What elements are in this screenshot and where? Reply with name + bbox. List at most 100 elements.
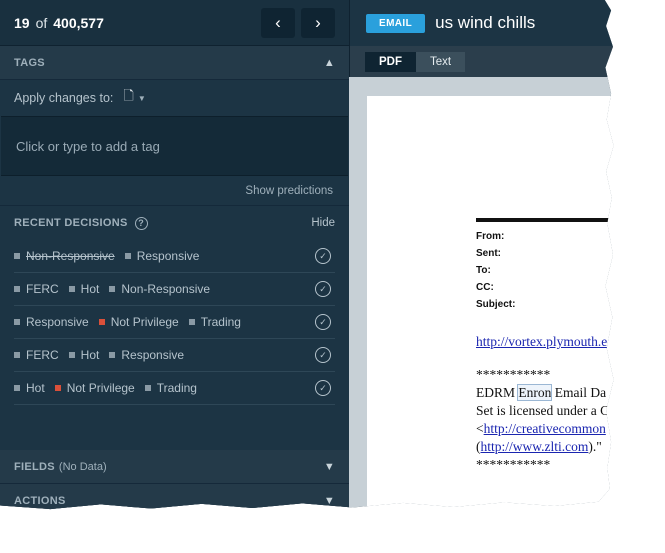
- line3-prefix: <: [476, 421, 484, 436]
- current-index: 19: [14, 14, 30, 31]
- creative-commons-link[interactable]: http://creativecommon: [484, 421, 606, 436]
- line1-end: Email Da: [551, 385, 607, 400]
- document-link[interactable]: http://vortex.plymouth.e: [476, 334, 607, 350]
- line1-start: EDRM: [476, 385, 519, 400]
- email-header-field-label: CC:: [476, 282, 494, 293]
- tags-section-header[interactable]: TAGS ▲: [0, 46, 349, 80]
- decision-tag: FERC: [14, 282, 59, 296]
- stars-line: ***********: [476, 367, 551, 382]
- tag-color-swatch: [124, 253, 131, 259]
- decision-tag: Responsive: [14, 315, 89, 329]
- tag-color-swatch: [98, 319, 105, 325]
- tab-text[interactable]: Text: [416, 51, 466, 72]
- apply-changes-label: Apply changes to:: [14, 91, 114, 105]
- decision-tag: Hot: [14, 381, 45, 395]
- viewer-header: EMAIL us wind chills: [349, 0, 614, 46]
- decision-tag: Trading: [188, 315, 241, 329]
- email-badge: EMAIL: [366, 13, 426, 33]
- email-header-field-label: To:: [476, 265, 491, 276]
- caret-down-icon[interactable]: ▼: [138, 94, 146, 103]
- tag-color-swatch: [109, 286, 116, 292]
- actions-section-header[interactable]: ACTIONS ▼: [0, 484, 349, 510]
- fields-title: FIELDS: [14, 460, 55, 473]
- document-counter: 19 of 400,577: [14, 15, 104, 31]
- zlti-link[interactable]: http://www.zlti.com: [481, 439, 589, 454]
- apply-decision-check-icon[interactable]: ✓: [315, 347, 331, 363]
- stars-line-2: ***********: [476, 457, 551, 472]
- tag-color-swatch: [14, 253, 20, 259]
- decision-tag-label: Not Privilege: [66, 381, 135, 395]
- chevron-left-icon: ‹: [275, 12, 281, 32]
- tag-input[interactable]: Click or type to add a tag: [1, 116, 348, 176]
- decision-tag: Not Privilege: [54, 381, 135, 395]
- fields-note: (No Data): [58, 460, 107, 473]
- document-navigator: 19 of 400,577 ‹ ›: [0, 0, 349, 46]
- decision-tag: FERC: [14, 348, 59, 362]
- decision-tag: Responsive: [109, 348, 184, 362]
- previous-document-button[interactable]: ‹: [261, 7, 295, 38]
- tag-color-swatch: [68, 352, 75, 358]
- help-icon[interactable]: ?: [134, 216, 148, 230]
- viewer-tabs: PDF Text: [349, 46, 614, 77]
- tag-color-swatch: [68, 286, 75, 292]
- tag-color-swatch: [109, 352, 116, 358]
- apply-decision-check-icon[interactable]: ✓: [315, 314, 331, 330]
- header-rule: [476, 218, 614, 222]
- tag-color-swatch: [14, 352, 20, 358]
- decision-tag-label: Hot: [80, 282, 100, 296]
- decision-row: Non-Responsive Responsive ✓: [14, 240, 335, 273]
- decision-row: Hot Not Privilege Trading ✓: [14, 372, 335, 405]
- fields-section-header[interactable]: FIELDS (No Data) ▼: [0, 450, 349, 484]
- document-body: *********** EDRM Enron Email Da Set is l…: [476, 366, 609, 474]
- decision-row: FERC Hot Responsive ✓: [14, 339, 335, 372]
- hide-link[interactable]: Hide: [311, 217, 335, 229]
- tag-color-swatch: [14, 286, 20, 292]
- tag-color-swatch: [14, 385, 20, 391]
- screenshot-frame: 19 of 400,577 ‹ › TAGS ▲ Apply changes to:…: [0, 0, 614, 510]
- chevron-down-icon[interactable]: ▼: [324, 495, 335, 507]
- chevron-down-icon[interactable]: ▼: [324, 461, 335, 473]
- decision-row: FERC Hot Non-Responsive ✓: [14, 273, 335, 306]
- search-highlight: Enron: [517, 384, 553, 401]
- total-count: 400,577: [53, 14, 104, 31]
- email-header-fields: From: Sent: To: CC: Subject:: [476, 228, 515, 313]
- decision-row: Responsive Not Privilege Trading ✓: [14, 306, 335, 339]
- pdf-page: From: Sent: To: CC: Subject: http://vortex.p…: [367, 96, 614, 510]
- decision-tag: Hot: [68, 282, 100, 296]
- tab-pdf[interactable]: PDF: [365, 51, 416, 72]
- apply-decision-check-icon[interactable]: ✓: [315, 380, 331, 396]
- decision-tag-label: Responsive: [121, 348, 185, 362]
- body-line-2: Set is licensed under a C: [476, 403, 610, 418]
- decision-tag-label: Responsive: [26, 315, 89, 329]
- body-line-3: <http://creativecommon: [476, 420, 609, 438]
- recent-decisions-list: Non-Responsive Responsive ✓ FERC Hot Non-Resp…: [0, 240, 349, 405]
- recent-decisions-title: RECENT DECISIONS: [14, 217, 128, 229]
- tag-input-placeholder: Click or type to add a tag: [16, 138, 160, 154]
- apply-changes-row: Apply changes to: 🗋 ▼: [0, 80, 349, 116]
- email-header-field-label: Sent:: [476, 248, 501, 259]
- apply-decision-check-icon[interactable]: ✓: [315, 281, 331, 297]
- decision-tag-label: FERC: [26, 282, 59, 296]
- line4-suffix: ).": [588, 439, 602, 454]
- document-viewer: EMAIL us wind chills PDF Text From: Sent:…: [349, 0, 614, 510]
- show-predictions-link[interactable]: Show predictions: [245, 185, 333, 197]
- tag-color-swatch: [144, 385, 151, 391]
- body-line-1: EDRM Enron Email Da: [476, 384, 609, 402]
- decision-tag-label: Hot: [26, 381, 45, 395]
- decision-tag-label: Not Privilege: [110, 315, 179, 329]
- review-sidebar: 19 of 400,577 ‹ › TAGS ▲ Apply changes to:…: [0, 0, 349, 510]
- document-icon[interactable]: 🗋: [123, 87, 133, 109]
- apply-decision-check-icon[interactable]: ✓: [315, 248, 331, 264]
- decision-tag-label: Non-Responsive: [121, 282, 211, 296]
- next-document-button[interactable]: ›: [301, 7, 335, 38]
- body-line-4: (http://www.zlti.com).": [476, 438, 609, 456]
- tag-color-swatch: [54, 385, 61, 391]
- decision-tag-label: Hot: [80, 348, 100, 362]
- actions-title: ACTIONS: [14, 494, 66, 507]
- chevron-up-icon[interactable]: ▲: [324, 57, 335, 69]
- email-header-field-label: From:: [476, 231, 505, 242]
- decision-tag-label: Trading: [200, 315, 241, 329]
- decision-tag: Non-Responsive: [14, 249, 115, 263]
- tags-title: TAGS: [14, 56, 45, 69]
- decision-tag: Hot: [68, 348, 100, 362]
